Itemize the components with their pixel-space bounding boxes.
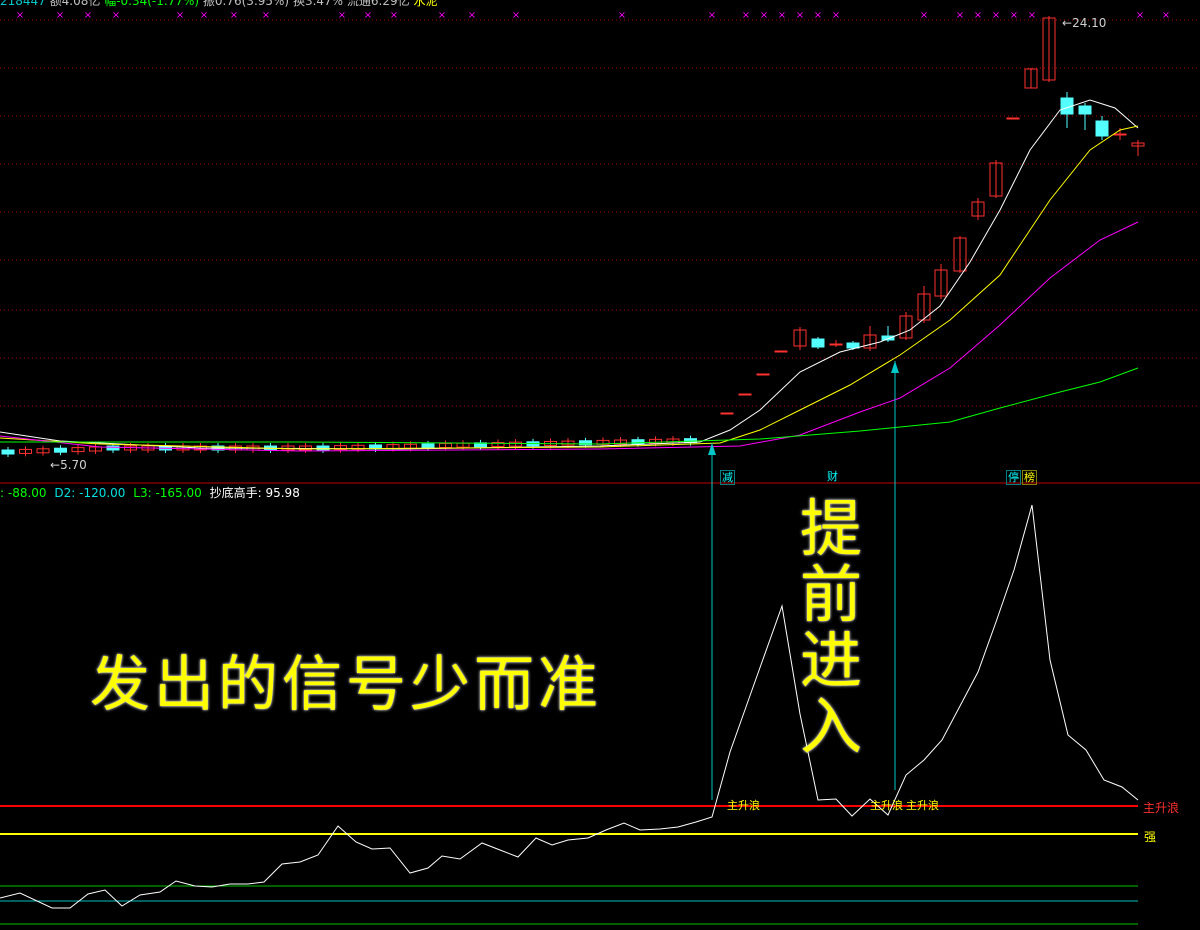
event-badge-bang[interactable]: 榜 [1022,470,1037,485]
marker-1: × [56,10,64,21]
marker-24: × [974,10,982,21]
event-badge-jian[interactable]: 减 [720,470,735,485]
price-header: 218447 额4.08亿 幅-0.34(-1.77%) 振0.76(3.95%… [0,0,437,8]
change-value: 幅-0.34(-1.77%) [104,0,200,8]
top-markers: × × × × × × × × × × × × × × × × × × × × × × × × × × × × × × [16,10,1170,21]
indicator-l3: L3: -165.00 [133,486,202,500]
marker-3: × [112,10,120,21]
indicator-l1: : -88.00 [0,486,47,500]
marker-9: × [364,10,372,21]
candle-body-6 [106,445,120,451]
caption-right: 提 前 进 入 [796,496,866,760]
candle-body-24 [421,443,435,449]
candle-body-61 [1095,120,1109,137]
marker-16: × [742,10,750,21]
marker-5: × [200,10,208,21]
caption-right-char-3: 进 [799,624,862,697]
marker-19: × [796,10,804,21]
ma5-line [0,99,1139,450]
caption-right-char-1: 提 [799,492,862,565]
amount-value: 额4.08亿 [49,0,101,8]
event-badge-cai[interactable]: 财 [826,470,839,483]
candle-body-45 [811,338,825,348]
marker-13: × [512,10,520,21]
low-price-label: ←5.70 [50,458,87,472]
marker-10: × [390,10,398,21]
candle-body-56 [1006,117,1020,120]
marker-14: × [618,10,626,21]
marker-23: × [956,10,964,21]
indicator-value: 95.98 [265,486,300,500]
signal-label-2: 主升浪 [870,799,903,812]
sector-name: 水泥 [413,0,438,8]
marker-2: × [84,10,92,21]
candle-body-62 [1113,133,1127,136]
signal-arrow-2-head-icon [891,361,899,373]
caption-right-char-2: 前 [799,558,862,631]
indicator-d2: D2: -120.00 [54,486,126,500]
signal-label-3: 主升浪 [906,799,939,812]
candle-body-3 [54,447,67,453]
amplitude-value: 振0.76(3.95%) [202,0,290,8]
marker-11: × [438,10,446,21]
marker-21: × [832,10,840,21]
marker-27: × [1028,10,1036,21]
marker-15: × [708,10,716,21]
marker-20: × [814,10,822,21]
signal-arrow-1-head-icon [708,443,716,455]
high-price-label: ←24.10 [1062,16,1107,30]
marker-22: × [920,10,928,21]
marker-17: × [760,10,768,21]
indicator-header: : -88.00 D2: -120.00 L3: -165.00 抄底高手: 9… [0,486,300,500]
candle-body-60 [1078,105,1092,115]
marker-8: × [338,10,346,21]
indicator-name: 抄底高手: [209,486,262,500]
turnover-value: 换3.47% [292,0,344,8]
candlesticks[interactable] [1,16,1145,457]
caption-left: 发出的信号少而准 [90,650,602,720]
ma10-line [0,125,1139,450]
float-cap-value: 流通6.29亿 [346,0,410,8]
low-arrow-icon: ← [50,458,61,472]
main-wave-level-label: 主升浪 [1143,801,1180,815]
candle-body-40 [720,412,734,415]
marker-29: × [1162,10,1170,21]
candle-body-42 [756,373,770,376]
volume-fragment: 218447 [0,0,46,8]
marker-18: × [778,10,786,21]
price-grid [0,19,1200,484]
caption-right-char-4: 入 [799,690,862,763]
marker-0: × [16,10,24,21]
marker-4: × [176,10,184,21]
candle-body-43 [774,350,788,353]
moving-averages [0,99,1139,452]
strong-level-label: 强 [1144,830,1157,844]
marker-25: × [992,10,1000,21]
event-badge-ting[interactable]: 停 [1006,470,1021,485]
candle-body-0 [1,449,15,455]
stock-chart[interactable]: × × × × × × × × × × × × × × × × × × × × × × × × × × × × × × [0,0,1200,930]
candle-body-18 [316,445,330,451]
candle-body-46 [829,343,843,346]
candle-body-41 [738,393,752,396]
marker-26: × [1010,10,1018,21]
marker-12: × [468,10,476,21]
signal-label-1: 主升浪 [727,799,760,812]
high-arrow-icon: ← [1062,16,1073,30]
marker-6: × [230,10,238,21]
marker-28: × [1136,10,1144,21]
marker-7: × [262,10,270,21]
